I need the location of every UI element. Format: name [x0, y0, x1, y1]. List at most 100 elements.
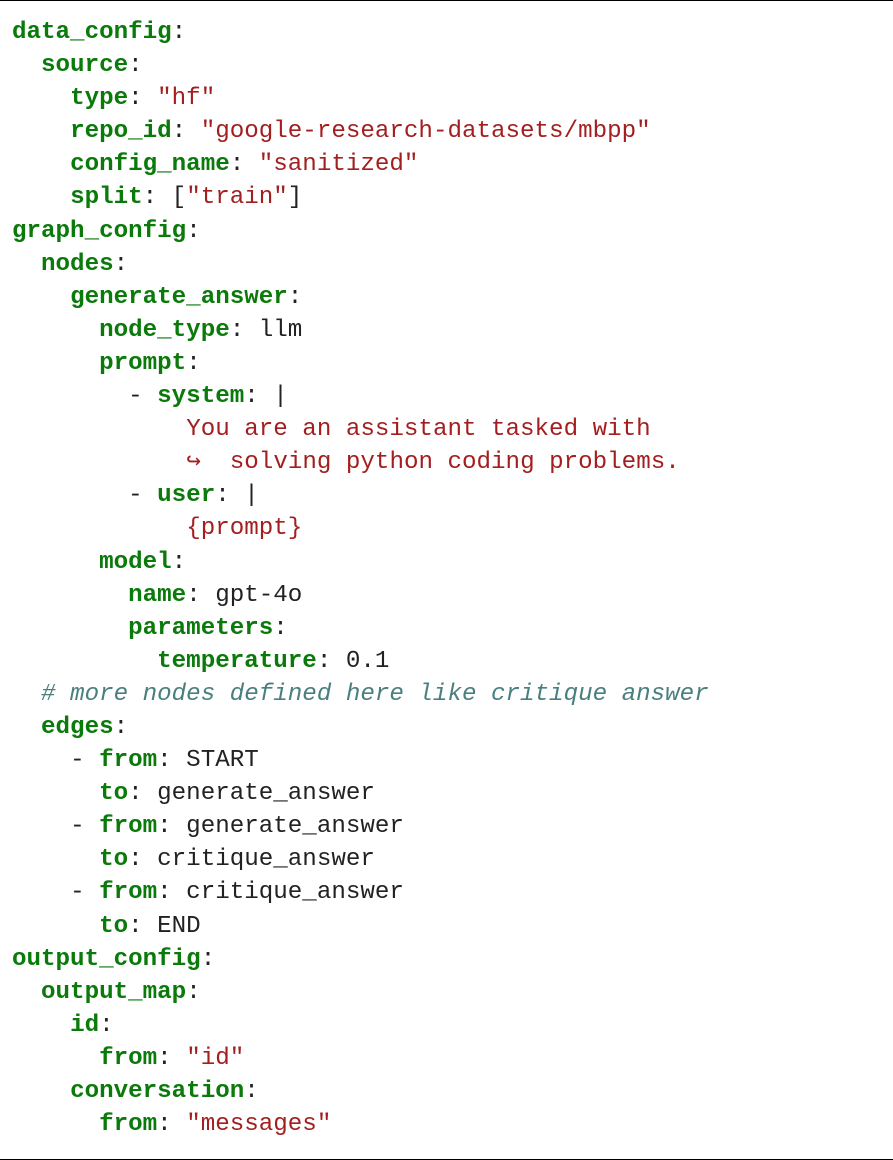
yaml-key: output_config: [12, 945, 201, 973]
code-line: ↪ solving python coding problems.: [12, 446, 709, 479]
yaml-key: generate_answer: [70, 283, 288, 311]
code-text: : critique_answer: [157, 879, 404, 907]
string-literal: You are an assistant tasked with: [186, 416, 651, 444]
code-listing-frame: data_config: source: type: "hf" repo_id:…: [0, 0, 893, 1160]
yaml-key: to: [99, 846, 129, 874]
code-text: :: [171, 548, 187, 576]
code-line: - user: |: [12, 479, 709, 512]
code-text: :: [128, 85, 158, 113]
code-line: output_map:: [12, 976, 709, 1009]
code-text: -: [70, 813, 100, 841]
string-literal: {prompt}: [186, 515, 303, 543]
yaml-code-block: data_config: source: type: "hf" repo_id:…: [12, 16, 709, 1141]
code-line: from: "id": [12, 1042, 709, 1075]
code-text: : generate_answer: [157, 813, 404, 841]
code-text: : [: [142, 184, 187, 212]
code-text: :: [244, 1078, 259, 1105]
yaml-key: source: [41, 52, 129, 80]
code-line: from: "messages": [12, 1108, 709, 1141]
yaml-key: graph_config: [12, 217, 187, 245]
code-line: graph_config:: [12, 215, 709, 248]
code-line: repo_id: "google-research-datasets/mbpp": [12, 115, 709, 148]
code-line: node_type: llm: [12, 314, 709, 347]
code-line: to: critique_answer: [12, 843, 709, 876]
code-line: - system: |: [12, 380, 709, 413]
yaml-key: data_config: [12, 19, 172, 46]
code-line: source:: [12, 49, 709, 82]
code-text: : START: [157, 747, 259, 775]
code-comment: # more nodes defined here like critique …: [41, 680, 709, 708]
yaml-key: from: [99, 747, 158, 775]
code-text: :: [273, 614, 288, 642]
code-line: model:: [12, 546, 709, 579]
code-line: id:: [12, 1009, 709, 1042]
code-text: : 0.1: [316, 647, 390, 675]
code-line: edges:: [12, 711, 709, 744]
code-text: -: [70, 747, 100, 775]
yaml-key: from: [99, 813, 158, 841]
yaml-key: temperature: [157, 647, 317, 675]
code-line: type: "hf": [12, 82, 709, 115]
code-text: :: [113, 713, 129, 741]
code-text: :: [186, 978, 201, 1006]
yaml-key: parameters: [128, 614, 274, 642]
yaml-key: to: [99, 780, 129, 808]
code-line: - from: generate_answer: [12, 810, 709, 843]
code-text: : END: [128, 912, 201, 940]
code-line: config_name: "sanitized": [12, 148, 709, 181]
yaml-key: user: [157, 482, 216, 510]
code-text: : generate_answer: [128, 780, 375, 808]
code-text: : |: [215, 482, 259, 510]
code-text: :: [186, 349, 201, 377]
code-line: conversation:: [12, 1075, 709, 1108]
code-line: nodes:: [12, 248, 709, 281]
yaml-key: model: [99, 548, 172, 576]
code-text: :: [128, 52, 143, 80]
code-text: :: [99, 1011, 114, 1039]
code-line: data_config:: [12, 16, 709, 49]
code-text: -: [70, 879, 100, 907]
yaml-key: nodes: [41, 250, 114, 278]
code-text: : llm: [229, 316, 303, 344]
yaml-key: to: [99, 912, 129, 940]
string-literal: "hf": [157, 85, 216, 113]
code-line: name: gpt-4o: [12, 579, 709, 612]
yaml-key: system: [157, 383, 245, 411]
yaml-key: from: [99, 879, 158, 907]
line-wrap-arrow: ↪: [186, 449, 201, 477]
code-text: :: [113, 250, 129, 278]
code-text: : critique_answer: [128, 846, 375, 874]
yaml-key: from: [99, 1044, 158, 1072]
code-line: You are an assistant tasked with: [12, 413, 709, 446]
code-line: split: ["train"]: [12, 181, 709, 214]
string-literal: "sanitized": [258, 151, 419, 179]
string-literal: "id": [186, 1044, 245, 1072]
code-line: prompt:: [12, 347, 709, 380]
yaml-key: split: [70, 184, 143, 212]
code-text: : |: [244, 383, 288, 411]
yaml-key: config_name: [70, 151, 230, 179]
code-line: {prompt}: [12, 512, 709, 545]
